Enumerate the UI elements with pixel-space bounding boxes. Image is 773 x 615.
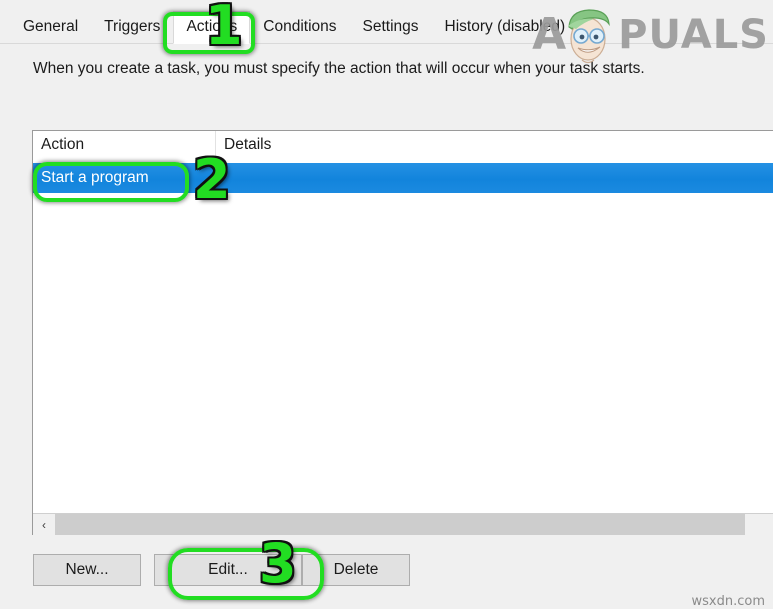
delete-button[interactable]: Delete (302, 554, 410, 586)
site-watermark: wsxdn.com (691, 594, 766, 609)
list-header-row: Action Details (33, 131, 773, 164)
tab-strip: General Triggers Actions Conditions Sett… (0, 8, 773, 44)
column-header-details[interactable]: Details (216, 131, 773, 163)
actions-list[interactable]: Action Details Start a program (32, 130, 773, 535)
horizontal-scrollbar[interactable]: ‹ (33, 513, 773, 535)
list-rows-container: Start a program (33, 163, 773, 534)
tab-actions[interactable]: Actions (173, 11, 251, 44)
tab-conditions[interactable]: Conditions (250, 11, 349, 43)
tab-settings[interactable]: Settings (350, 11, 432, 43)
task-properties-dialog: General Triggers Actions Conditions Sett… (0, 0, 773, 615)
tab-triggers[interactable]: Triggers (91, 11, 173, 43)
table-row[interactable]: Start a program (33, 163, 773, 193)
new-button[interactable]: New... (33, 554, 141, 586)
tab-general[interactable]: General (10, 11, 91, 43)
scroll-left-arrow-icon[interactable]: ‹ (33, 514, 55, 535)
scrollbar-thumb[interactable] (55, 514, 745, 535)
button-bar: New... Edit... Delete (33, 554, 410, 586)
scrollbar-track[interactable] (55, 514, 773, 535)
row-cell-action: Start a program (41, 169, 149, 186)
column-header-action[interactable]: Action (33, 131, 216, 163)
tab-history[interactable]: History (disabled) (432, 11, 579, 43)
dialog-bottom-edge (0, 609, 773, 615)
edit-button[interactable]: Edit... (154, 554, 302, 586)
page-description: When you create a task, you must specify… (33, 60, 645, 77)
